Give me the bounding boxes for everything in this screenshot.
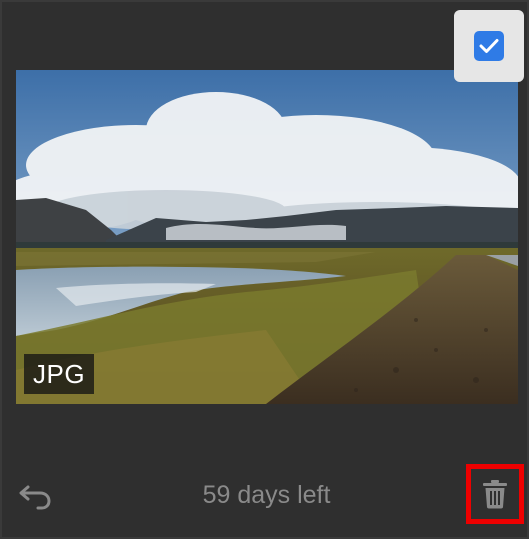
format-badge: JPG	[24, 354, 95, 394]
photo-thumbnail[interactable]: JPG	[16, 70, 518, 404]
select-photo-toggle[interactable]	[454, 10, 524, 82]
card-footer: 59 days left	[2, 464, 529, 524]
days-left-label: 59 days left	[202, 481, 331, 509]
trash-icon	[483, 480, 507, 509]
deleted-photo-card: JPG 59 days left	[0, 0, 529, 539]
checkmark-icon[interactable]	[474, 31, 504, 61]
delete-button[interactable]	[466, 464, 524, 524]
